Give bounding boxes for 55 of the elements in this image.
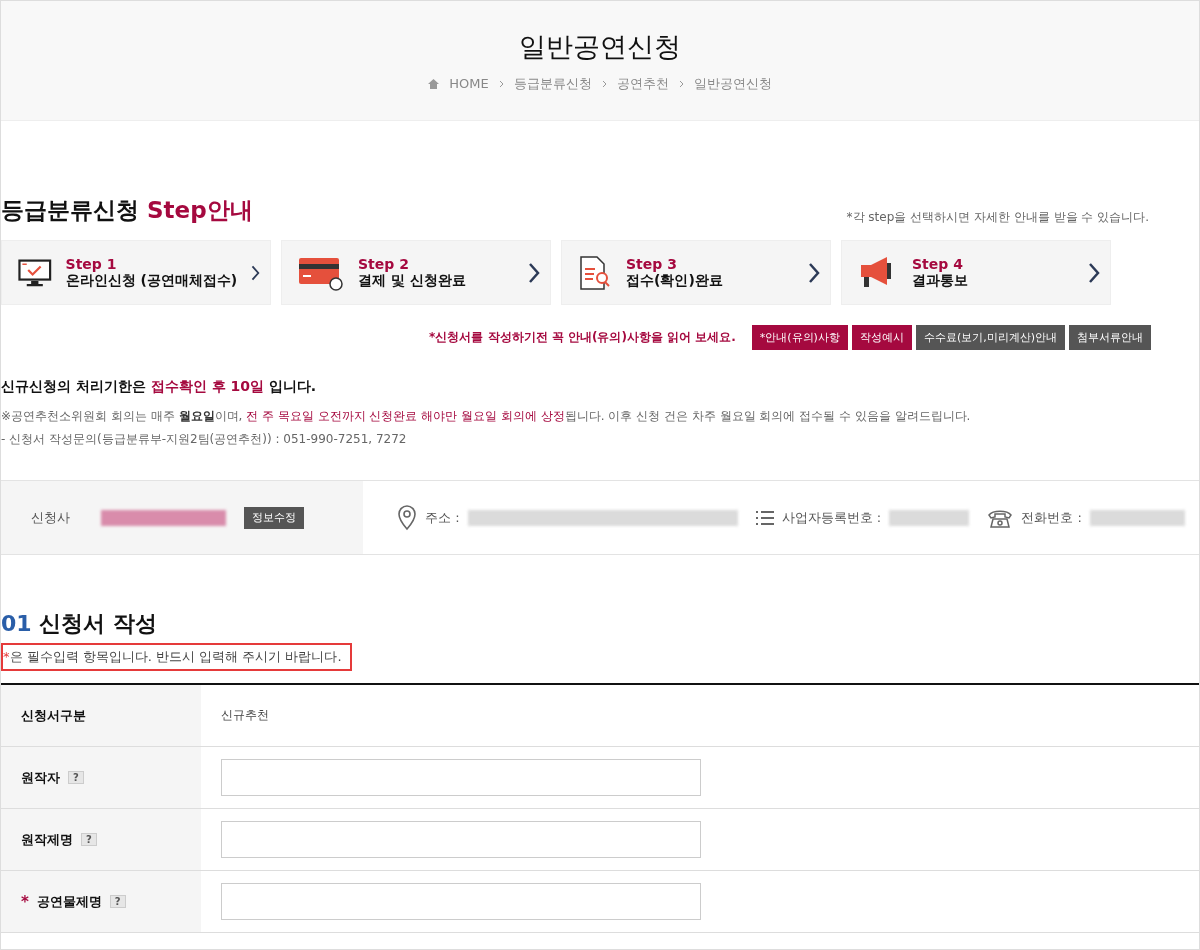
step-label: 결과통보 [912,271,969,290]
breadcrumb-link[interactable]: 공연추천 [616,74,669,93]
row-value: 신규추천 [221,707,269,724]
required-mark: * [21,892,29,911]
chevron-right-icon [678,79,684,88]
chevron-right-icon [808,261,820,284]
help-badge[interactable]: ? [81,833,97,846]
step-card[interactable]: Step 2 결제 및 신청완료 [281,240,551,305]
step-number: Step 4 [912,255,964,272]
step-number: Step 3 [626,255,678,272]
field-label: 주소 : [425,508,460,527]
guide-button[interactable]: *안내(유의)사항 [751,325,848,350]
guide-button[interactable]: 작성예시 [851,325,912,350]
step-number: Step 1 [65,255,118,272]
step-label: 결제 및 신청완료 [358,271,467,290]
chevron-right-icon [601,79,607,88]
chevron-right-icon [498,79,504,88]
info-text: - 신청서 작성문의(등급분류부-지원2팀(공연추천)) : 051-990-7251, 7272 [1,431,408,448]
step-label: 온라인신청 (공연매체접수) [65,271,238,290]
input-field[interactable] [221,883,701,920]
help-badge[interactable]: ? [68,771,84,784]
breadcrumb-link[interactable]: 일반공연신청 [693,74,772,93]
step-card[interactable]: Step 4 결과통보 [841,240,1111,305]
location-pin-icon [397,504,417,531]
step-label: 접수(확인)완료 [626,271,724,290]
info-text: ※공연추천소위원회 회의는 매주 월요일이며, 전 주 목요일 오전까지 신청완료 해야만 월요일 회의에 상정됩니다. 이후 신청 건은 차주 월요일 회의에 접수될 수 있음을 알려드립니다. [1,408,972,425]
input-field[interactable] [221,759,701,796]
list-icon [755,510,774,525]
field-label: 사업자등록번호 : [781,508,882,527]
deadline-text: 신규신청의 처리기한은 접수확인 후 10일 입니다. [1,378,318,396]
row-label: 공연물제명 [36,892,102,911]
input-field[interactable] [221,821,701,858]
required-note: *은 필수입력 항목입니다. 반드시 입력해 주시기 바랍니다. [1,643,352,671]
step-card[interactable]: Step 3 접수(확인)완료 [561,240,831,305]
form-title: 01 신청서 작성 [1,610,158,638]
notice-text: *신청서를 작성하기전 꼭 안내(유의)사항을 읽어 보세요. [429,329,736,346]
page-title: 일반공연신청 [519,29,681,64]
section-title: 등급분류신청 Step안내 [1,196,253,225]
step-card[interactable]: Step 1 온라인신청 (공연매체접수) [1,240,271,305]
hint-text: *각 step을 선택하시면 자세한 안내를 받을 수 있습니다. [846,209,1149,226]
help-badge[interactable]: ? [109,895,126,908]
edit-info-button[interactable]: 정보수정 [244,506,304,529]
breadcrumb-link[interactable]: 등급분류신청 [513,74,592,93]
row-label: 원작제명 [21,830,73,849]
row-label: 원작자 [21,768,60,787]
applicant-label: 신청사 [31,508,71,527]
document-search-icon [578,254,612,291]
guide-button[interactable]: 수수료(보기,미리계산)안내 [915,325,1065,350]
home-icon [428,78,440,89]
chevron-right-icon [528,261,540,284]
field-label: 전화번호 : [1021,508,1082,527]
step-number: Step 2 [358,255,410,272]
chevron-right-icon [1088,261,1100,284]
row-label: 신청서구분 [21,706,86,725]
guide-button[interactable]: 첨부서류안내 [1069,325,1151,350]
